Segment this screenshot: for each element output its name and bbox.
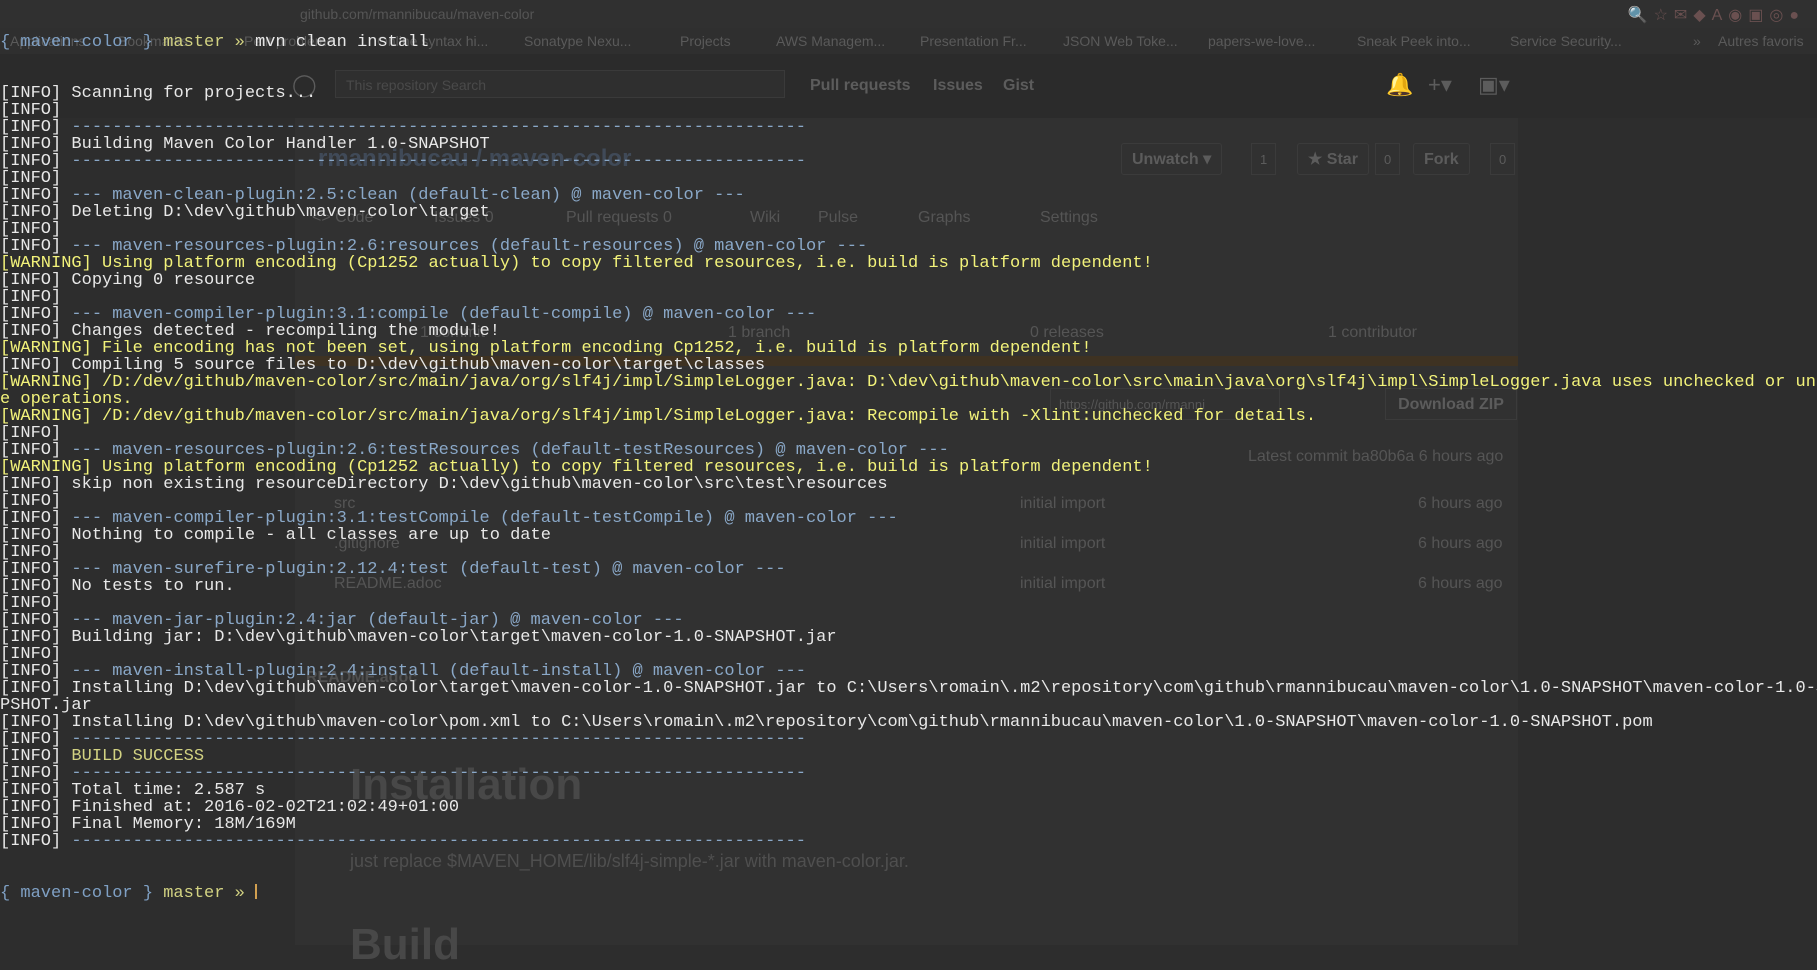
- log-line: [INFO] Changes detected - recompiling th…: [0, 323, 1817, 340]
- log-line: [INFO] ---------------------------------…: [0, 833, 1817, 850]
- prompt-branch: master: [163, 884, 225, 903]
- log-line: [INFO] --- maven-clean-plugin:2.5:clean …: [0, 187, 1817, 204]
- prompt-separator: »: [234, 33, 245, 52]
- log-line: [INFO] --- maven-install-plugin:2.4:inst…: [0, 663, 1817, 680]
- terminal-output[interactable]: { maven-color } master » mvn clean insta…: [0, 0, 1817, 945]
- log-line: [INFO] --- maven-compiler-plugin:3.1:tes…: [0, 510, 1817, 527]
- log-line: [INFO]: [0, 102, 1817, 119]
- prompt-project: maven-color: [20, 884, 133, 903]
- log-message: ----------------------------------------…: [71, 152, 806, 171]
- text-cursor: [255, 884, 258, 899]
- log-line: [INFO] Copying 0 resource: [0, 272, 1817, 289]
- log-line: [INFO] Building Maven Color Handler 1.0-…: [0, 136, 1817, 153]
- log-line-continuation: PSHOT.jar: [0, 696, 92, 715]
- log-line: [INFO]: [0, 595, 1817, 612]
- prompt-project: maven-color: [20, 33, 133, 52]
- log-line: [INFO] Installing D:\dev\github\maven-co…: [0, 714, 1817, 731]
- log-message: skip non existing resourceDirectory D:\d…: [71, 475, 888, 494]
- log-line: [INFO] --- maven-surefire-plugin:2.12.4:…: [0, 561, 1817, 578]
- log-line: [INFO] Installing D:\dev\github\maven-co…: [0, 680, 1817, 697]
- log-line: [INFO] --- maven-compiler-plugin:3.1:com…: [0, 306, 1817, 323]
- log-line: [INFO] Compiling 5 source files to D:\de…: [0, 357, 1817, 374]
- log-line: [INFO] --- maven-resources-plugin:2.6:te…: [0, 442, 1817, 459]
- log-line: [INFO] skip non existing resourceDirecto…: [0, 476, 1817, 493]
- log-line: [INFO] BUILD SUCCESS: [0, 748, 1817, 765]
- log-message: ----------------------------------------…: [71, 832, 806, 851]
- log-line: [INFO] Building jar: D:\dev\github\maven…: [0, 629, 1817, 646]
- log-line: [INFO] Scanning for projects...: [0, 85, 1817, 102]
- log-line: [INFO] ---------------------------------…: [0, 119, 1817, 136]
- log-line: [INFO]: [0, 493, 1817, 510]
- log-message: /D:/dev/github/maven-color/src/main/java…: [102, 407, 1317, 426]
- log-line: [INFO]: [0, 544, 1817, 561]
- log-message: /D:/dev/github/maven-color/src/main/java…: [102, 373, 1817, 392]
- log-message: No tests to run.: [71, 577, 235, 596]
- log-message: Copying 0 resource: [71, 271, 256, 290]
- log-line: [INFO] --- maven-jar-plugin:2.4:jar (def…: [0, 612, 1817, 629]
- log-message: Deleting D:\dev\github\maven-color\targe…: [71, 203, 490, 222]
- log-line: [INFO] No tests to run.: [0, 578, 1817, 595]
- prompt-separator: »: [234, 884, 245, 903]
- log-line: [INFO]: [0, 221, 1817, 238]
- log-line: [INFO]: [0, 646, 1817, 663]
- log-line: [WARNING] /D:/dev/github/maven-color/src…: [0, 408, 1817, 425]
- log-line: [INFO] Deleting D:\dev\github\maven-colo…: [0, 204, 1817, 221]
- log-line: [INFO] Finished at: 2016-02-02T21:02:49+…: [0, 799, 1817, 816]
- log-line: [INFO] --- maven-resources-plugin:2.6:re…: [0, 238, 1817, 255]
- log-line: [INFO] ---------------------------------…: [0, 153, 1817, 170]
- log-line: [INFO]: [0, 170, 1817, 187]
- log-message: Scanning for projects...: [71, 84, 317, 103]
- prompt-line: { maven-color } master » mvn clean insta…: [0, 33, 429, 52]
- prompt-branch: master: [163, 33, 225, 52]
- log-line: [INFO] ---------------------------------…: [0, 765, 1817, 782]
- log-line: [INFO] ---------------------------------…: [0, 731, 1817, 748]
- log-message: Using platform encoding (Cp1252 actually…: [102, 254, 1153, 273]
- log-line-continuation: e operations.: [0, 390, 133, 409]
- log-line: [INFO] Nothing to compile - all classes …: [0, 527, 1817, 544]
- log-line: [WARNING] Using platform encoding (Cp125…: [0, 255, 1817, 272]
- log-line: [INFO] Final Memory: 18M/169M: [0, 816, 1817, 833]
- log-message: Installing D:\dev\github\maven-color\tar…: [71, 679, 1817, 698]
- log-line: [WARNING] /D:/dev/github/maven-color/src…: [0, 374, 1817, 391]
- log-line: [INFO]: [0, 289, 1817, 306]
- log-line: [WARNING] File encoding has not been set…: [0, 340, 1817, 357]
- log-line: [INFO] Total time: 2.587 s: [0, 782, 1817, 799]
- log-message: Nothing to compile - all classes are up …: [71, 526, 551, 545]
- info-tag: [INFO]: [0, 832, 62, 851]
- command-text: mvn clean install: [255, 33, 429, 52]
- log-line: [INFO]: [0, 425, 1817, 442]
- prompt-line-final[interactable]: { maven-color } master »: [0, 884, 1817, 903]
- log-line: [WARNING] Using platform encoding (Cp125…: [0, 459, 1817, 476]
- log-message: Building jar: D:\dev\github\maven-color\…: [71, 628, 837, 647]
